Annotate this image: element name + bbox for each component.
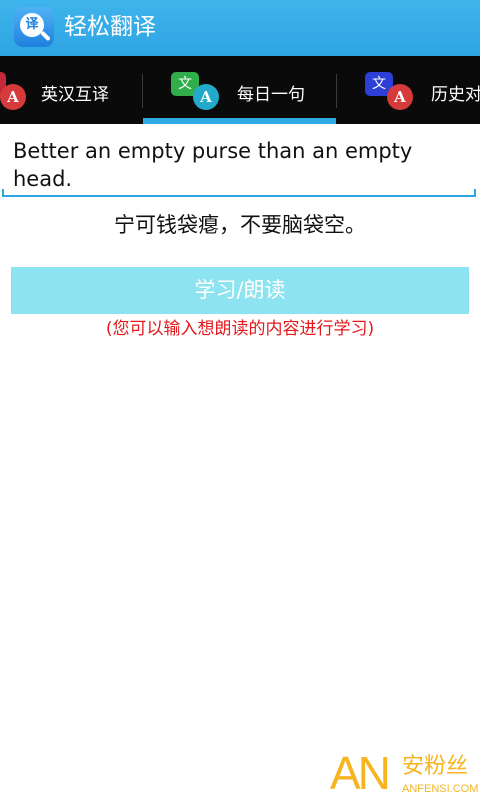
app-logo-icon: 译 (14, 7, 54, 47)
sentence-input[interactable]: Better an empty purse than an empty head… (13, 137, 463, 193)
translate-icon: 文 A (365, 72, 421, 112)
watermark-url: ANFENSI.COM (402, 783, 479, 795)
selected-tab-indicator (143, 118, 336, 124)
translate-icon: 文 A (171, 72, 227, 112)
tab-history[interactable]: 文 A 历史对 (337, 56, 480, 124)
translate-icon: 文 A (0, 72, 34, 112)
app-title: 轻松翻译 (64, 14, 156, 40)
learn-read-button[interactable]: 学习/朗读 (11, 267, 469, 314)
input-underline (2, 195, 476, 197)
translation-text: 宁可钱袋瘪，不要脑袋空。 (114, 213, 366, 237)
tab-translate[interactable]: 文 A 英汉互译 (0, 56, 142, 124)
watermark-name: 安粉丝 (402, 754, 469, 779)
hint-text: (您可以输入想朗读的内容进行学习) (105, 319, 375, 339)
tab-label: 英汉互译 (41, 85, 109, 105)
tab-bar: 文 A 英汉互译 文 A 每日一句 文 A 历史对 (0, 56, 480, 124)
app-bar: 译 轻松翻译 (0, 0, 480, 56)
watermark-logo: AN 安粉丝 ANFENSI.COM (330, 747, 480, 800)
tab-label: 历史对 (431, 85, 480, 105)
tab-daily-sentence[interactable]: 文 A 每日一句 (143, 56, 336, 124)
watermark-an: AN (330, 747, 391, 799)
tab-label: 每日一句 (237, 85, 305, 105)
